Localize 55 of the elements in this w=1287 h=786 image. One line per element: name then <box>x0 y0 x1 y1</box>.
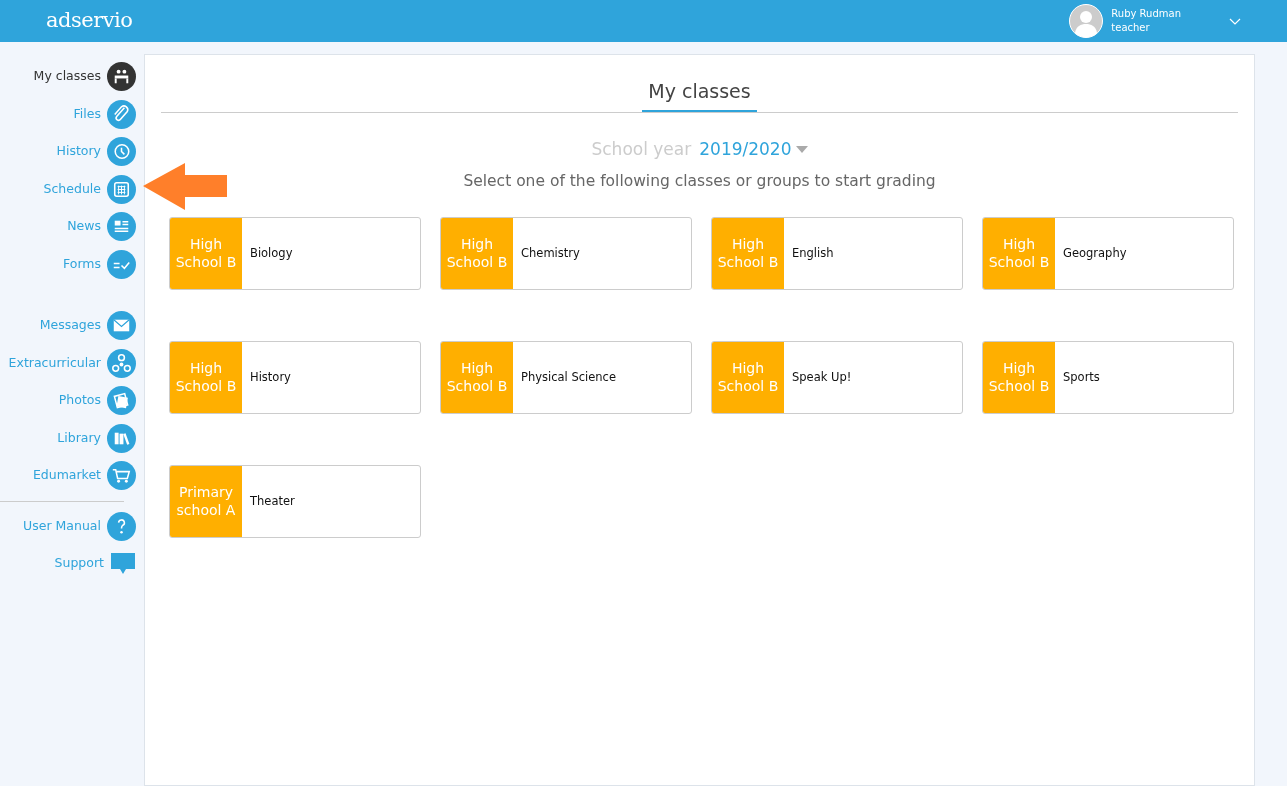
sidebar-item[interactable]: Support <box>0 545 144 583</box>
class-subject: English <box>791 245 834 263</box>
class-group-label: High School B <box>170 342 242 414</box>
sidebar-item[interactable]: Extracurricular <box>0 344 144 382</box>
class-group-label: High School B <box>712 218 784 290</box>
sidebar-item[interactable]: Forms <box>0 245 144 283</box>
books-icon <box>107 423 136 453</box>
arrow-icon <box>143 163 228 211</box>
classroom-icon <box>107 62 136 92</box>
sidebar-item[interactable]: Files <box>0 95 144 133</box>
sidebar-item[interactable]: Messages <box>0 307 144 345</box>
class-subject: Geography <box>1062 245 1127 263</box>
class-group-label: Primary school A <box>170 466 242 538</box>
class-group-label: High School B <box>983 218 1055 290</box>
sidebar-item[interactable]: Library <box>0 419 144 457</box>
fidget-spinner-icon <box>107 348 136 378</box>
question-icon <box>107 511 136 541</box>
school-year-dropdown[interactable]: 2019/2020 <box>699 136 808 162</box>
sidebar-item[interactable]: History <box>0 133 144 171</box>
class-group-label: High School B <box>983 342 1055 414</box>
sidebar-item[interactable]: Edumarket <box>0 457 144 495</box>
checkmark-icon <box>107 249 136 279</box>
caret-icon <box>795 145 808 153</box>
class-subject: Physical Science <box>520 369 616 387</box>
sidebar-item[interactable]: My classes <box>0 58 144 96</box>
sidebar-item[interactable]: User Manual <box>0 507 144 545</box>
class-subject: Speak Up! <box>791 369 852 387</box>
newspaper-icon <box>107 212 136 242</box>
sidebar-item[interactable]: Photos <box>0 382 144 420</box>
chevron-down-icon[interactable] <box>1229 17 1241 25</box>
user-role: teacher <box>1111 21 1151 35</box>
sidebar-item[interactable]: Schedule <box>0 170 144 208</box>
class-subject: Biology <box>249 245 293 263</box>
logo[interactable]: adservio <box>46 5 133 37</box>
class-group-label: High School B <box>441 218 513 290</box>
class-group-label: High School B <box>441 342 513 414</box>
calendar-icon <box>107 174 136 204</box>
class-card[interactable]: Primary school A Theater <box>169 465 421 539</box>
class-subject: History <box>249 369 291 387</box>
clock-icon <box>107 137 136 167</box>
class-subject: Sports <box>1062 369 1100 387</box>
cart-icon <box>107 461 136 491</box>
class-group-label: High School B <box>170 218 242 290</box>
photos-icon <box>107 386 136 416</box>
class-group-label: High School B <box>712 342 784 414</box>
page-title: My classes <box>642 77 757 112</box>
user-name: Ruby Rudman <box>1111 7 1181 21</box>
sidebar-item[interactable]: News <box>0 208 144 246</box>
instruction-text: Select one of the following classes or groups to start grading <box>462 171 937 192</box>
speech-bubble-icon <box>110 551 136 576</box>
envelope-icon <box>107 311 136 341</box>
class-subject: Chemistry <box>520 245 580 263</box>
class-subject: Theater <box>249 493 295 511</box>
avatar-icon <box>1069 4 1104 38</box>
paperclip-icon <box>107 99 136 129</box>
